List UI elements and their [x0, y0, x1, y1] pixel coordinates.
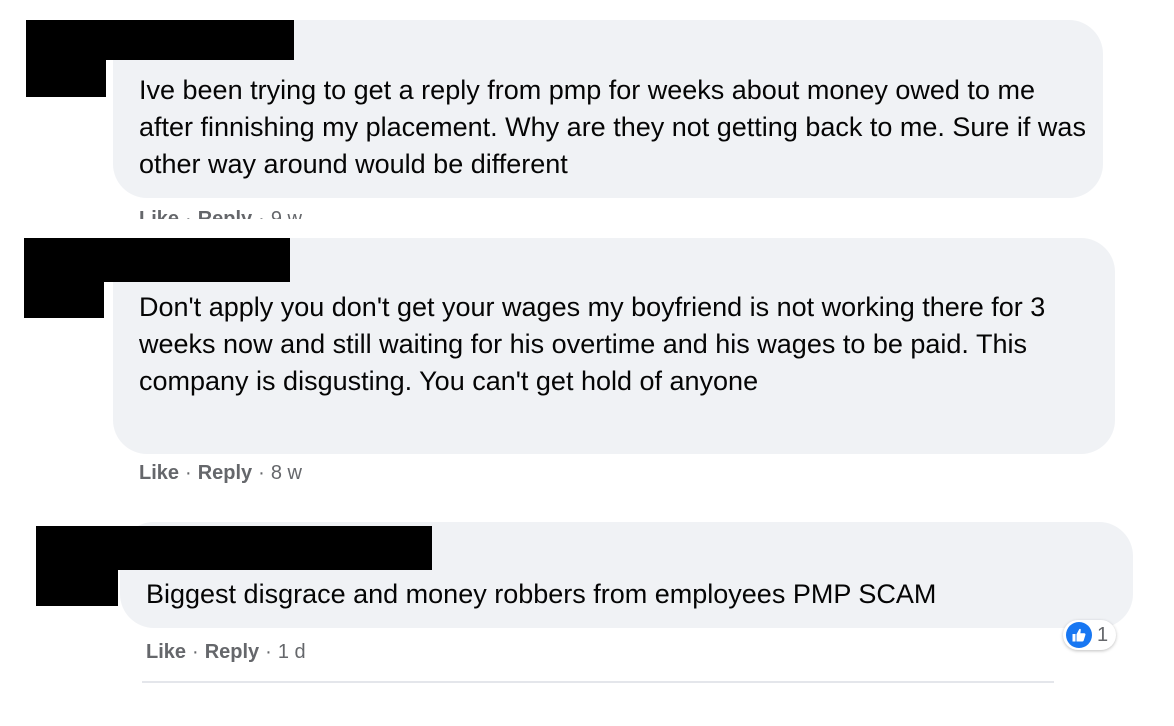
reaction-count-badge[interactable]: 1 — [1063, 620, 1117, 650]
comment-text: Biggest disgrace and money robbers from … — [146, 579, 937, 609]
redacted-avatar — [26, 20, 106, 97]
separator-dot: · — [265, 641, 272, 663]
thumbs-up-icon — [1066, 622, 1092, 648]
comment-time[interactable]: 1 d — [278, 641, 306, 663]
reply-link[interactable]: Reply — [198, 208, 252, 219]
separator-dot: · — [258, 462, 265, 484]
divider — [142, 681, 1054, 683]
separator-dot: · — [192, 641, 199, 663]
reaction-count: 1 — [1097, 624, 1109, 646]
comment-text: Don't apply you don't get your wages my … — [139, 292, 1046, 396]
comment-actions: Like · Reply · 9 w — [139, 207, 302, 219]
separator-dot: · — [258, 208, 265, 219]
separator-dot: · — [185, 462, 192, 484]
comment-actions: Like · Reply · 1 d — [146, 640, 306, 664]
like-link[interactable]: Like — [139, 462, 179, 484]
reply-link[interactable]: Reply — [205, 641, 259, 663]
comment-time[interactable]: 8 w — [271, 462, 302, 484]
redacted-avatar — [36, 526, 118, 606]
like-link[interactable]: Like — [139, 208, 179, 219]
separator-dot: · — [185, 208, 192, 219]
comment-actions: Like · Reply · 8 w — [139, 461, 302, 485]
comment-time[interactable]: 9 w — [271, 208, 302, 219]
comment-text: Ive been trying to get a reply from pmp … — [139, 75, 1086, 179]
comments-thread: Ive been trying to get a reply from pmp … — [0, 0, 1174, 726]
reply-link[interactable]: Reply — [198, 462, 252, 484]
like-link[interactable]: Like — [146, 641, 186, 663]
redacted-avatar — [24, 238, 104, 318]
